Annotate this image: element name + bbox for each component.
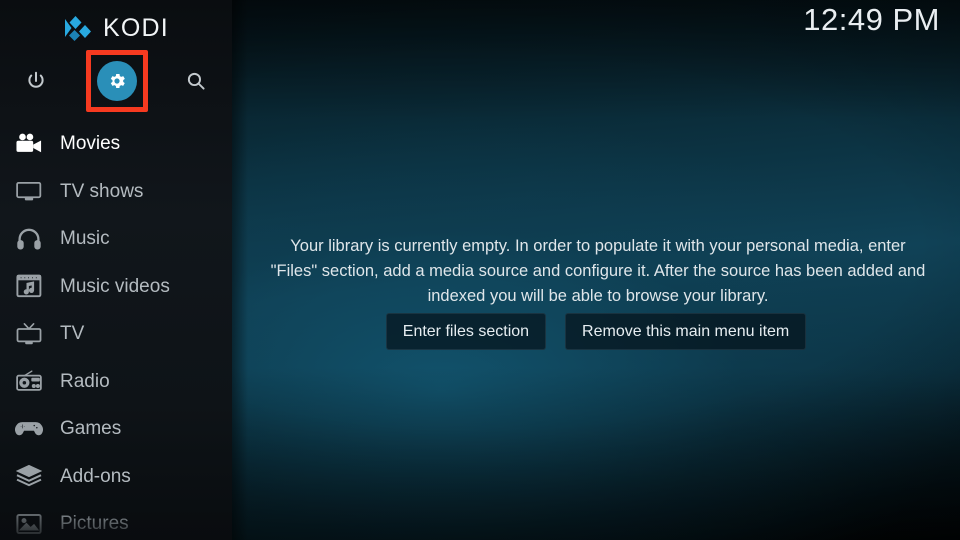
gamepad-icon [8, 414, 50, 444]
sidebar-item-music[interactable]: Music [0, 215, 232, 263]
open-box-icon [8, 461, 50, 491]
kodi-home-screen: Your library is currently empty. In orde… [0, 0, 960, 540]
main-content: Your library is currently empty. In orde… [232, 0, 960, 540]
headphones-icon [8, 224, 50, 254]
power-icon [28, 71, 44, 88]
sidebar-menu: Movies TV shows Music Music videos TV Ra… [0, 120, 232, 540]
sidebar-item-music-videos[interactable]: Music videos [0, 263, 232, 311]
sidebar-item-label: TV [60, 323, 85, 345]
picture-icon [8, 509, 50, 539]
sidebar-item-tv-shows[interactable]: TV shows [0, 168, 232, 216]
sidebar-item-label: TV shows [60, 180, 144, 202]
search-button[interactable] [173, 58, 219, 104]
settings-circle [97, 61, 137, 101]
clock: 12:49 PM [803, 2, 940, 37]
settings-button[interactable] [94, 58, 140, 104]
sidebar-item-label: Radio [60, 370, 110, 392]
sidebar-item-tv[interactable]: TV [0, 310, 232, 358]
sidebar-item-pictures[interactable]: Pictures [0, 500, 232, 540]
sidebar-item-label: Music [60, 228, 110, 250]
kodi-logo-icon [65, 16, 92, 41]
film-music-icon [8, 271, 50, 301]
radio-icon [8, 366, 50, 396]
app-logo: KODI [0, 8, 232, 48]
sidebar-item-add-ons[interactable]: Add-ons [0, 453, 232, 501]
sidebar-item-label: Pictures [60, 513, 129, 535]
sidebar-item-label: Games [60, 418, 122, 440]
power-button[interactable] [13, 58, 59, 104]
sidebar-item-label: Movies [60, 133, 121, 155]
remove-main-menu-item-button[interactable]: Remove this main menu item [565, 313, 807, 350]
action-button-row: Enter files section Remove this main men… [232, 313, 960, 350]
sidebar-item-label: Add-ons [60, 465, 131, 487]
sidebar-item-label: Music videos [60, 275, 170, 297]
sidebar-item-movies[interactable]: Movies [0, 120, 232, 168]
app-title: KODI [103, 13, 169, 42]
empty-library-message: Your library is currently empty. In orde… [270, 237, 926, 305]
search-icon [187, 72, 205, 90]
gear-icon [110, 74, 125, 88]
movie-camera-icon [8, 129, 50, 159]
sidebar-item-games[interactable]: Games [0, 405, 232, 453]
sidebar-icon-row [0, 57, 232, 105]
tv-antenna-icon [8, 319, 50, 349]
television-icon [8, 176, 50, 206]
sidebar: KODI Movies TV shows Music Music videos … [0, 0, 232, 540]
sidebar-item-radio[interactable]: Radio [0, 358, 232, 406]
enter-files-section-button[interactable]: Enter files section [385, 313, 547, 350]
